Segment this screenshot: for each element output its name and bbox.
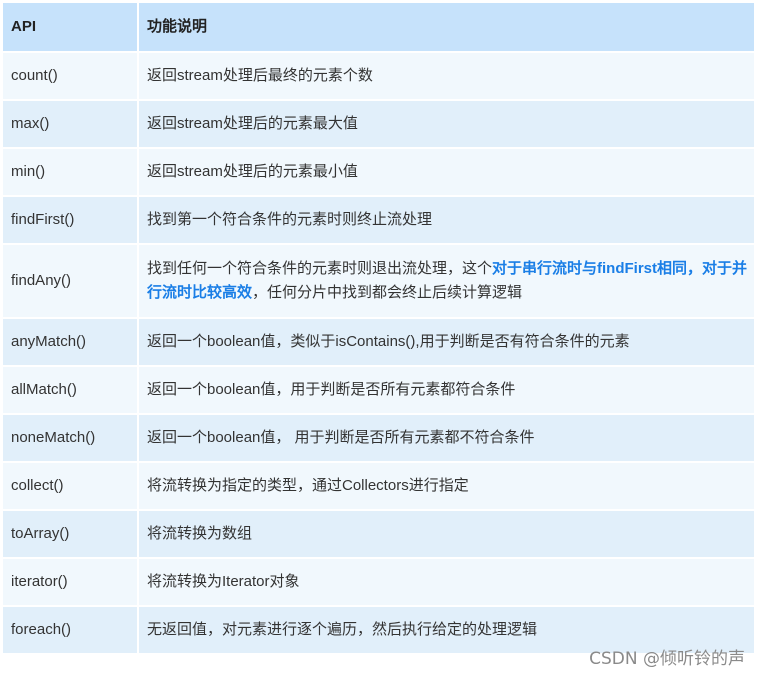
watermark: CSDN @倾听铃的声	[589, 649, 745, 669]
table-row: toArray() 将流转换为数组	[3, 511, 754, 557]
table-row: allMatch() 返回一个boolean值，用于判断是否所有元素都符合条件	[3, 367, 754, 413]
table-row: max() 返回stream处理后的元素最大值	[3, 101, 754, 147]
table-row: findFirst() 找到第一个符合条件的元素时则终止流处理	[3, 197, 754, 243]
header-description: 功能说明	[139, 3, 754, 51]
api-description: 返回stream处理后的元素最大值	[139, 101, 754, 147]
api-name: anyMatch()	[3, 319, 137, 365]
table-row: min() 返回stream处理后的元素最小值	[3, 149, 754, 195]
table-row: findAny() 找到任何一个符合条件的元素时则退出流处理，这个对于串行流时与…	[3, 245, 754, 317]
api-name: max()	[3, 101, 137, 147]
api-description: 将流转换为指定的类型，通过Collectors进行指定	[139, 463, 754, 509]
table-row: anyMatch() 返回一个boolean值，类似于isContains(),…	[3, 319, 754, 365]
api-description: 返回一个boolean值，用于判断是否所有元素都符合条件	[139, 367, 754, 413]
api-name: foreach()	[3, 607, 137, 653]
api-description: 将流转换为Iterator对象	[139, 559, 754, 605]
api-name: collect()	[3, 463, 137, 509]
description-text: 找到任何一个符合条件的元素时则退出流处理，这个	[147, 260, 493, 277]
api-name: findAny()	[3, 245, 137, 317]
api-description: 找到任何一个符合条件的元素时则退出流处理，这个对于串行流时与findFirst相…	[139, 245, 754, 317]
api-name: min()	[3, 149, 137, 195]
page: API 功能说明 count() 返回stream处理后最终的元素个数 max(…	[0, 0, 759, 678]
api-name: noneMatch()	[3, 415, 137, 461]
api-description: 返回一个boolean值，类似于isContains(),用于判断是否有符合条件…	[139, 319, 754, 365]
api-description: 将流转换为数组	[139, 511, 754, 557]
description-text: ，任何分片中找到都会终止后续计算逻辑	[252, 284, 523, 301]
api-description: 找到第一个符合条件的元素时则终止流处理	[139, 197, 754, 243]
api-description: 返回stream处理后最终的元素个数	[139, 53, 754, 99]
header-api: API	[3, 3, 137, 51]
table-row: noneMatch() 返回一个boolean值， 用于判断是否所有元素都不符合…	[3, 415, 754, 461]
table-row: count() 返回stream处理后最终的元素个数	[3, 53, 754, 99]
api-name: findFirst()	[3, 197, 137, 243]
api-name: allMatch()	[3, 367, 137, 413]
api-description: 返回stream处理后的元素最小值	[139, 149, 754, 195]
api-name: iterator()	[3, 559, 137, 605]
table-row: iterator() 将流转换为Iterator对象	[3, 559, 754, 605]
api-name: toArray()	[3, 511, 137, 557]
api-name: count()	[3, 53, 137, 99]
api-description: 返回一个boolean值， 用于判断是否所有元素都不符合条件	[139, 415, 754, 461]
table-header-row: API 功能说明	[3, 3, 754, 51]
api-table: API 功能说明 count() 返回stream处理后最终的元素个数 max(…	[1, 1, 756, 655]
table-row: collect() 将流转换为指定的类型，通过Collectors进行指定	[3, 463, 754, 509]
